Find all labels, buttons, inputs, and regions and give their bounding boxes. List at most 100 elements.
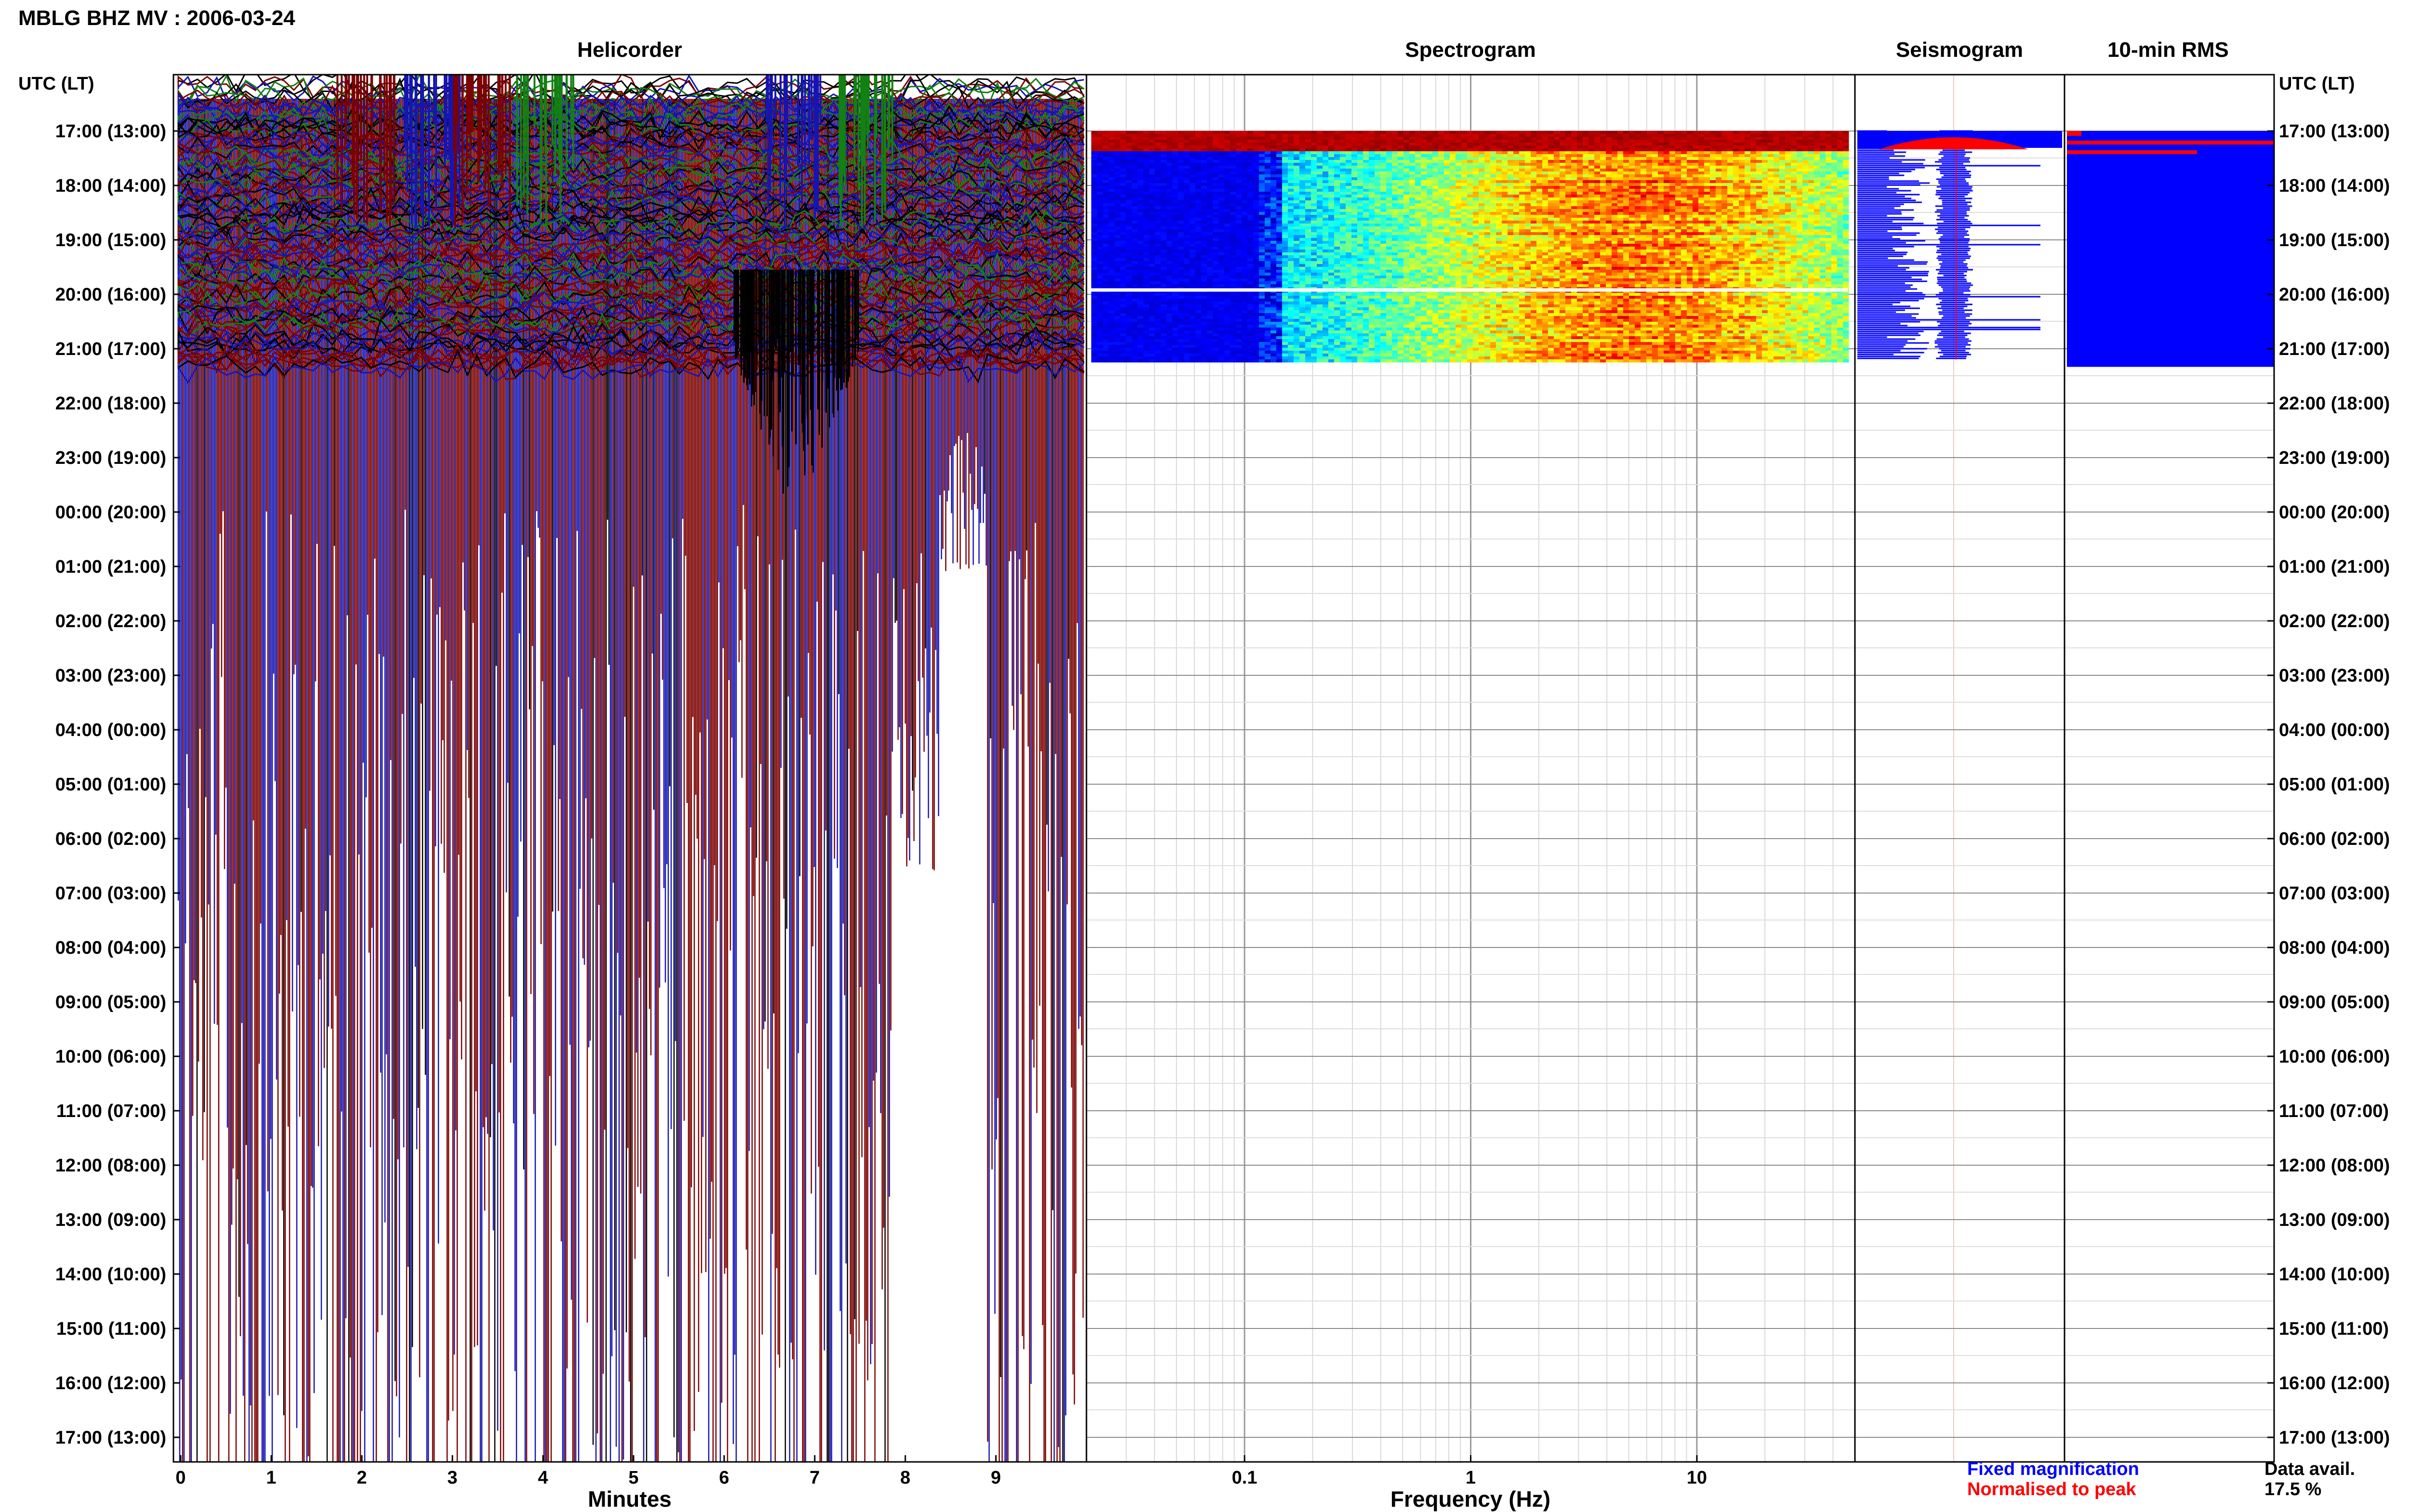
spectrogram-cell bbox=[1513, 186, 1520, 189]
spectrogram-cell bbox=[1230, 195, 1236, 198]
spectrogram-cell bbox=[1606, 174, 1612, 178]
spectrogram-cell bbox=[1311, 203, 1317, 207]
spectrogram-cell bbox=[1612, 212, 1618, 215]
spectrogram-cell bbox=[1710, 180, 1716, 184]
spectrogram-cell bbox=[1311, 134, 1317, 137]
spectrogram-cell bbox=[1606, 169, 1612, 172]
spectrogram-cell bbox=[1166, 195, 1173, 198]
spectrogram-cell bbox=[1785, 174, 1791, 178]
spectrogram-cell bbox=[1351, 200, 1358, 204]
spectrogram-cell bbox=[1271, 163, 1277, 166]
spectrogram-cell bbox=[1658, 183, 1664, 186]
spectrogram-cell bbox=[1398, 195, 1404, 198]
spectrogram-cell bbox=[1820, 140, 1826, 143]
spectrogram-cell bbox=[1201, 174, 1207, 178]
spectrogram-cell bbox=[1143, 183, 1150, 186]
spectrogram-cell bbox=[1479, 212, 1485, 215]
spectrogram-cell bbox=[1236, 157, 1242, 160]
spectrogram-cell bbox=[1114, 203, 1121, 207]
spectrogram-cell bbox=[1427, 192, 1433, 195]
spectrogram-cell bbox=[1369, 192, 1375, 195]
spectrogram-cell bbox=[1617, 171, 1624, 175]
spectrogram-cell bbox=[1340, 148, 1346, 152]
spectrogram-cell bbox=[1201, 134, 1207, 137]
spectrogram-cell bbox=[1265, 148, 1271, 152]
spectrogram-cell bbox=[1172, 140, 1178, 143]
spectrogram-cell bbox=[1756, 140, 1762, 143]
spectrogram-cell bbox=[1797, 192, 1803, 195]
spectrogram-cell bbox=[1328, 200, 1335, 204]
spectrogram-cell bbox=[1762, 171, 1768, 175]
spectrogram-cell bbox=[1577, 212, 1583, 215]
spectrogram-cell bbox=[1253, 145, 1259, 149]
spectrogram-cell bbox=[1739, 180, 1745, 184]
spectrogram-cell bbox=[1230, 137, 1236, 140]
spectrogram-cell bbox=[1664, 134, 1670, 137]
spectrogram-cell bbox=[1600, 151, 1606, 155]
spectrogram-cell bbox=[1612, 140, 1618, 143]
spectrogram-cell bbox=[1768, 160, 1774, 163]
spectrogram-cell bbox=[1207, 163, 1213, 166]
spectrogram-cell bbox=[1172, 183, 1178, 186]
spectrogram-cell bbox=[1149, 148, 1155, 152]
spectrogram-cell bbox=[1785, 157, 1791, 160]
spectrogram-cell bbox=[1693, 189, 1699, 192]
spectrogram-cell bbox=[1363, 166, 1369, 169]
spectrogram-cell bbox=[1513, 171, 1520, 175]
spectrogram-cell bbox=[1236, 186, 1242, 189]
spectrogram-cell bbox=[1415, 137, 1421, 140]
spectrogram-cell bbox=[1721, 192, 1728, 195]
spectrogram-cell bbox=[1097, 177, 1103, 181]
spectrogram-cell bbox=[1328, 206, 1335, 210]
spectrogram-cell bbox=[1461, 166, 1468, 169]
spectrogram-cell bbox=[1299, 148, 1306, 152]
spectrogram-cell bbox=[1213, 137, 1219, 140]
spectrogram-cell bbox=[1652, 197, 1658, 201]
spectrogram-cell bbox=[1363, 192, 1369, 195]
spectrogram-cell bbox=[1155, 148, 1161, 152]
spectrogram-cell bbox=[1282, 137, 1288, 140]
spectrogram-cell bbox=[1571, 169, 1577, 172]
spectrogram-cell bbox=[1548, 131, 1554, 134]
spectrogram-cell bbox=[1161, 209, 1167, 212]
spectrogram-cell bbox=[1114, 137, 1121, 140]
spectrogram-cell bbox=[1138, 160, 1144, 163]
spectrogram-cell bbox=[1808, 186, 1814, 189]
spectrogram-cell bbox=[1820, 177, 1826, 181]
spectrogram-cell bbox=[1756, 203, 1762, 207]
spectrogram-cell bbox=[1149, 209, 1155, 212]
spectrogram-cell bbox=[1814, 145, 1820, 149]
spectrogram-cell bbox=[1126, 131, 1132, 134]
spectrogram-cell bbox=[1247, 169, 1254, 172]
spectrogram-cell bbox=[1802, 163, 1809, 166]
spectrogram-cell bbox=[1508, 209, 1514, 212]
spectrogram-cell bbox=[1577, 157, 1583, 160]
spectrogram-cell bbox=[1814, 174, 1820, 178]
spectrogram-cell bbox=[1490, 189, 1496, 192]
spectrogram-cell bbox=[1375, 200, 1381, 204]
spectrogram-cell bbox=[1791, 192, 1797, 195]
spectrogram-cell bbox=[1386, 163, 1392, 166]
spectrogram-cell bbox=[1328, 177, 1335, 181]
spectrogram-cell bbox=[1126, 215, 1132, 218]
spectrogram-title: Spectrogram bbox=[1405, 38, 1535, 62]
spectrogram-cell bbox=[1218, 186, 1225, 189]
spectrogram-cell bbox=[1652, 140, 1658, 143]
spectrogram-cell bbox=[1583, 134, 1589, 137]
spectrogram-cell bbox=[1698, 154, 1705, 158]
spectrogram-cell bbox=[1218, 145, 1225, 149]
spectrogram-cell bbox=[1727, 134, 1734, 137]
spectrogram-cell bbox=[1814, 137, 1820, 140]
spectrogram-cell bbox=[1774, 157, 1780, 160]
spectrogram-cell bbox=[1658, 180, 1664, 184]
spectrogram-cell bbox=[1438, 180, 1444, 184]
spectrogram-cell bbox=[1265, 157, 1271, 160]
spectrogram-cell bbox=[1704, 177, 1710, 181]
spectrogram-cell bbox=[1652, 200, 1658, 204]
spectrogram-cell bbox=[1120, 151, 1126, 155]
spectrogram-cell bbox=[1143, 169, 1150, 172]
spectrogram-cell bbox=[1392, 183, 1398, 186]
spectrogram-cell bbox=[1120, 197, 1126, 201]
spectrogram-cell bbox=[1646, 148, 1653, 152]
spectrogram-cell bbox=[1103, 174, 1109, 178]
